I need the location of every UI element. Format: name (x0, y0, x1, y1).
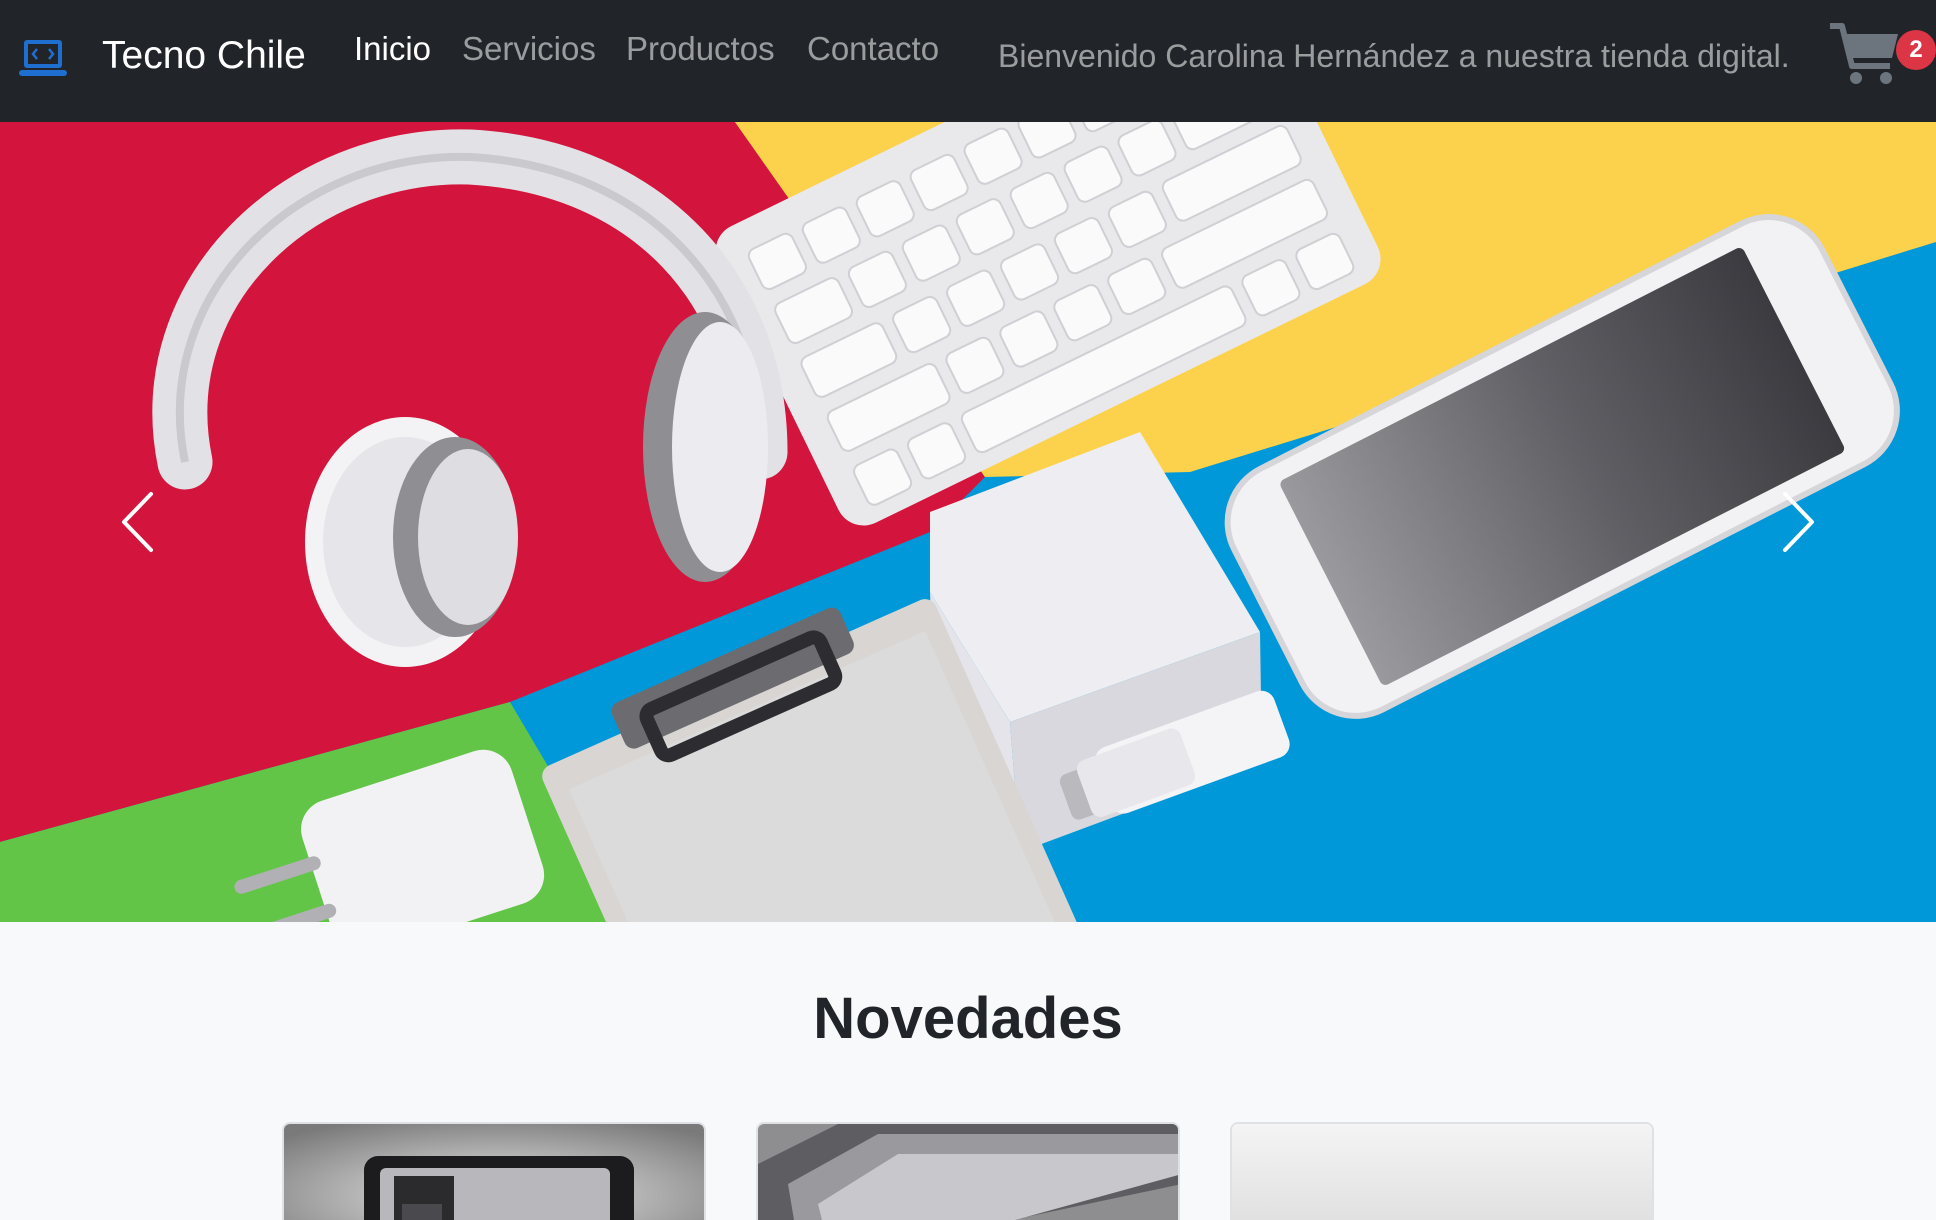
laptop-code-icon[interactable] (18, 36, 68, 80)
product-card[interactable] (756, 1122, 1180, 1220)
nav-link-productos[interactable]: Productos (626, 30, 775, 68)
shopping-cart-icon[interactable] (1828, 20, 1902, 90)
carousel-next-button[interactable] (1750, 472, 1840, 572)
product-image (284, 1124, 704, 1220)
nav-link-contacto[interactable]: Contacto (807, 30, 939, 68)
section-title-novedades: Novedades (813, 986, 1123, 1051)
product-card[interactable] (282, 1122, 706, 1220)
product-image (758, 1124, 1178, 1220)
nav-link-inicio[interactable]: Inicio (354, 30, 431, 68)
nav-link-servicios[interactable]: Servicios (462, 30, 596, 68)
cart-count-badge: 2 (1896, 30, 1936, 70)
hero-carousel (0, 122, 1936, 922)
chevron-left-icon (122, 492, 153, 552)
hero-image (0, 122, 1936, 922)
carousel-prev-button[interactable] (96, 472, 186, 572)
navbar: Tecno Chile Inicio Servicios Productos C… (0, 0, 1936, 122)
chevron-right-icon (1783, 492, 1814, 552)
product-card[interactable] (1230, 1122, 1654, 1220)
welcome-message: Bienvenido Carolina Hernández a nuestra … (998, 38, 1790, 74)
brand-name[interactable]: Tecno Chile (102, 34, 306, 78)
product-image (1232, 1124, 1652, 1220)
